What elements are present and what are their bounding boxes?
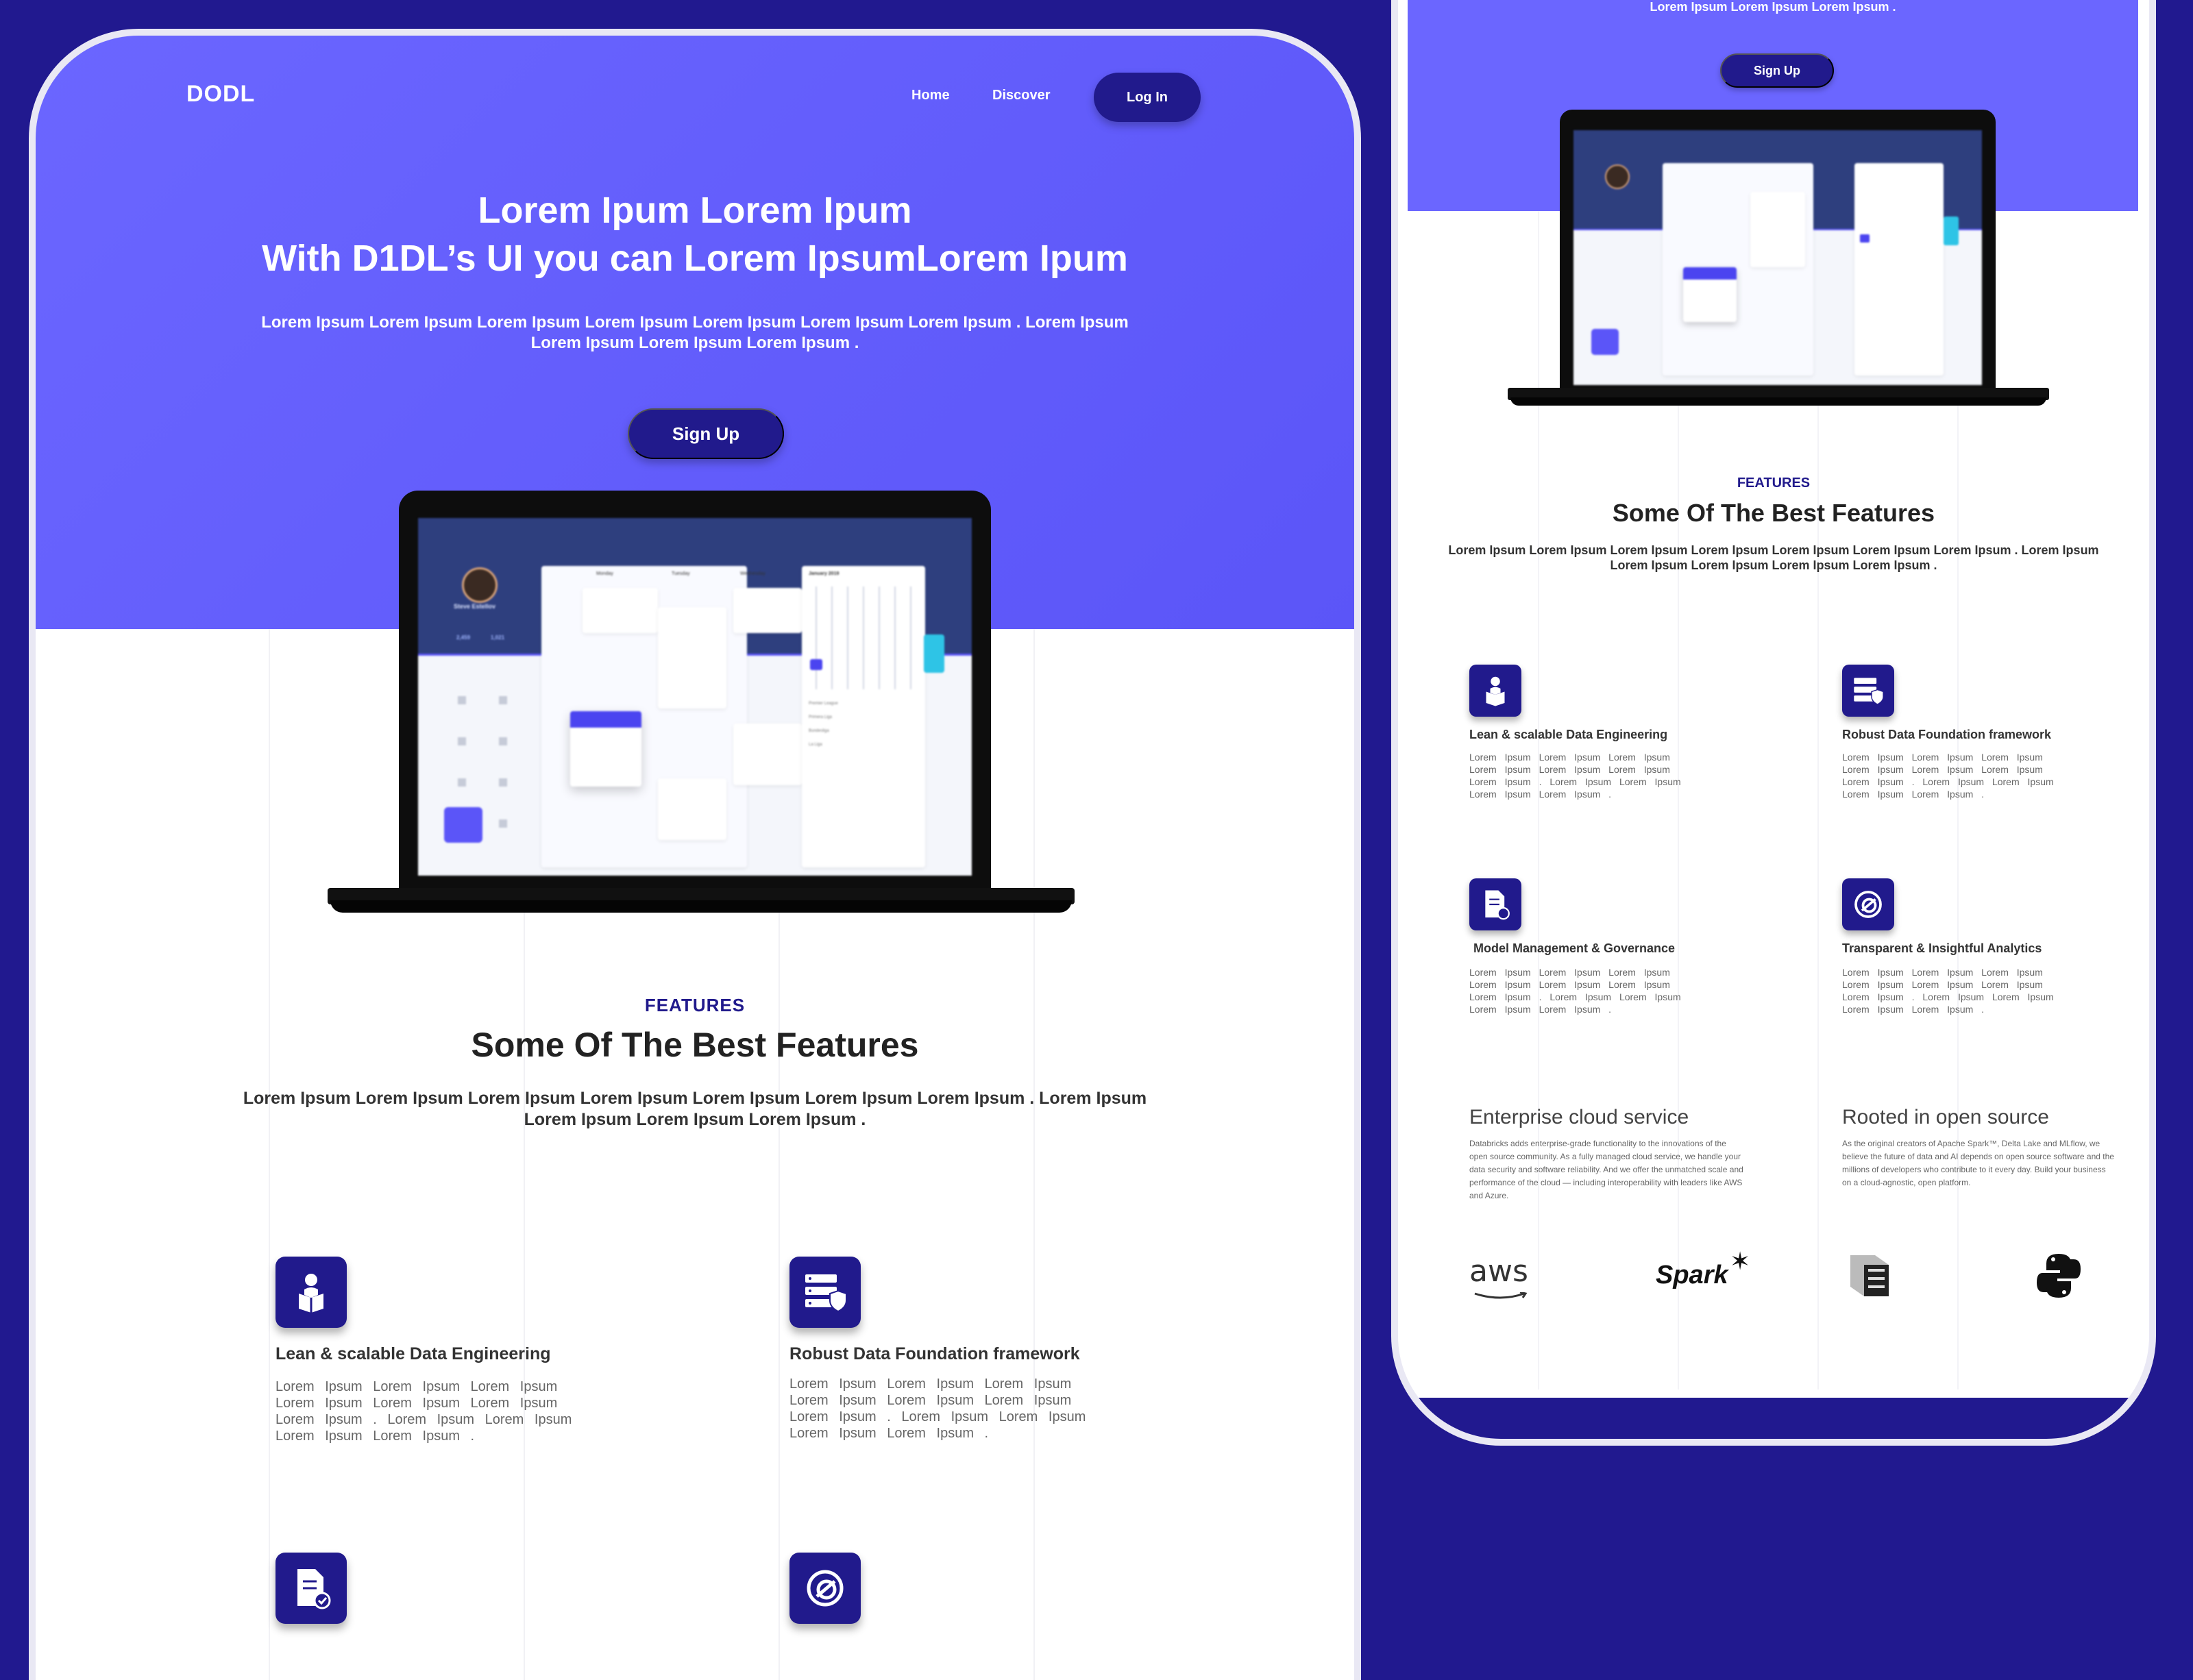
- calendar-panel: [1854, 163, 1944, 375]
- stat-1: 2,459: [456, 634, 471, 641]
- league-2: Primera Liga: [809, 715, 833, 719]
- server-shield-icon: [1842, 665, 1894, 717]
- laptop-base: [330, 900, 1072, 913]
- grid-line: [1033, 629, 1035, 1680]
- match-card: [583, 588, 658, 633]
- grid-line: [269, 629, 270, 1680]
- open-source-title: Rooted in open source: [1842, 1106, 2049, 1128]
- login-button[interactable]: Log In: [1094, 73, 1201, 122]
- document-check-icon: [1469, 878, 1521, 930]
- feature-title: Lean & scalable Data Engineering: [1469, 728, 1668, 741]
- players-tab-active: [1591, 329, 1619, 355]
- analytics-circle-icon: [789, 1553, 861, 1624]
- calendar-month: January 2019: [809, 571, 840, 576]
- reader-book-icon: [275, 1257, 347, 1328]
- reader-book-icon: [1469, 665, 1521, 717]
- signup-button[interactable]: Sign Up: [628, 408, 784, 459]
- avatar: [462, 567, 498, 603]
- features-subtitle-line1: Lorem Ipsum Lorem Ipsum Lorem Ipsum Lore…: [243, 1089, 1147, 1108]
- signup-button[interactable]: Sign Up: [1720, 53, 1834, 88]
- feature-text: Lorem Ipsum Lorem Ipsum Lorem Ipsum Lore…: [275, 1379, 572, 1444]
- open-source-text: As the original creators of Apache Spark…: [1842, 1139, 2114, 1187]
- hero-subtitle-line1: Lorem Ipsum Lorem Ipsum Lorem Ipsum Lore…: [261, 313, 1129, 332]
- features-subtitle: Lorem Ipsum Lorem Ipsum Lorem Ipsum Lore…: [214, 1088, 1176, 1131]
- spark-logo-icon: Spark: [1656, 1261, 1728, 1289]
- features-subtitle-line2: Lorem Ipsum Lorem Ipsum Lorem Ipsum Lore…: [1610, 558, 1937, 572]
- players-tab-active: [444, 807, 482, 843]
- nav-home[interactable]: Home: [911, 88, 950, 103]
- footer-bar: [1408, 1398, 2138, 1439]
- profile-name: Steve Estellov: [454, 603, 496, 610]
- notifications-icon: [458, 778, 466, 787]
- calendar-grid: [809, 586, 918, 689]
- document-check-icon: [275, 1553, 347, 1624]
- feature-text: Lorem Ipsum Lorem Ipsum Lorem Ipsum Lore…: [1469, 752, 1681, 800]
- match-card-header: [1683, 267, 1737, 280]
- brand-logo[interactable]: DODL: [186, 81, 255, 108]
- league-1: Premier League: [809, 702, 838, 706]
- hero-subtitle: Lorem Ipsum Lorem Ipsum Lorem Ipsum Lore…: [221, 312, 1169, 354]
- feature-title: Robust Data Foundation framework: [1842, 728, 2052, 741]
- features-kicker: FEATURES: [1737, 475, 1811, 491]
- match-card-header: [570, 711, 641, 728]
- match-card: [658, 607, 726, 708]
- cloud-service-text: Databricks adds enterprise-grade functio…: [1469, 1139, 1743, 1200]
- day-monday: Monday: [596, 571, 613, 576]
- python-logo-icon: [2037, 1254, 2081, 1298]
- aws-smile-icon: [1474, 1292, 1528, 1299]
- day-wednesday: Wednesday: [740, 571, 765, 576]
- features-subtitle-line2: Lorem Ipsum Lorem Ipsum Lorem Ipsum .: [524, 1110, 866, 1129]
- laptop-base: [1510, 397, 2046, 406]
- desktop-mockup: DODL Home Discover Log In Lorem Ipum Lor…: [36, 36, 1354, 1680]
- nav-discover[interactable]: Discover: [992, 88, 1051, 103]
- floating-action-tab: [924, 634, 944, 673]
- mobile-mockup: Lorem Ipsum Lorem Ipsum Lorem Ipsum . Si…: [1398, 0, 2149, 1439]
- laptop-screen: Steve Estellov 2,459 1,021 Monday Tuesda…: [418, 518, 972, 876]
- features-kicker: FEATURES: [644, 995, 746, 1015]
- calendar-selected-day: [1860, 234, 1870, 243]
- features-title: Some Of The Best Features: [471, 1026, 919, 1064]
- stat-2: 1,021: [491, 634, 505, 641]
- aws-logo-icon: aws: [1469, 1254, 1528, 1289]
- feature-text: Lorem Ipsum Lorem Ipsum Lorem Ipsum Lore…: [1842, 752, 2054, 800]
- settings-icon: [499, 819, 507, 828]
- hero-title: Lorem Ipum Lorem Ipum With D1DL’s UI you…: [36, 186, 1354, 282]
- plans-icon: [499, 696, 507, 704]
- hero-title-line2: With D1DL’s UI you can Lorem IpsumLorem …: [262, 238, 1128, 279]
- feature-text: Lorem Ipsum Lorem Ipsum Lorem Ipsum Lore…: [1469, 967, 1681, 1015]
- match-card: [1750, 192, 1805, 267]
- dashboard-icon: [458, 696, 466, 704]
- match-card: [658, 778, 726, 840]
- features-subtitle-line1: Lorem Ipsum Lorem Ipsum Lorem Ipsum Lore…: [1448, 543, 2099, 557]
- cloud-service-title: Enterprise cloud service: [1469, 1106, 1689, 1128]
- feature-text: Lorem Ipsum Lorem Ipsum Lorem Ipsum Lore…: [789, 1376, 1086, 1441]
- spark-star-icon: ✶: [1730, 1247, 1751, 1275]
- saved-icon: [458, 737, 466, 745]
- database-stack-icon: [1850, 1255, 1889, 1296]
- feature-text: Lorem Ipsum Lorem Ipsum Lorem Ipsum Lore…: [1842, 967, 2054, 1015]
- match-card: [733, 588, 802, 633]
- messages-icon: [499, 778, 507, 787]
- feature-title: Lean & scalable Data Engineering: [275, 1344, 551, 1363]
- league-4: La Liga: [809, 743, 822, 747]
- features-title: Some Of The Best Features: [1612, 499, 1935, 527]
- match-card: [733, 724, 802, 785]
- feature-title: Transparent & Insightful Analytics: [1842, 941, 2042, 955]
- league-3: Bundesliga: [809, 729, 829, 733]
- floating-action-tab: [1944, 217, 1959, 245]
- calendar-selected-day: [810, 659, 822, 670]
- rewards-icon: [499, 737, 507, 745]
- analytics-circle-icon: [1842, 878, 1894, 930]
- hero-title-line1: Lorem Ipum Lorem Ipum: [478, 190, 912, 231]
- feature-title: Model Management & Governance: [1473, 941, 1676, 955]
- feature-title: Robust Data Foundation framework: [789, 1344, 1080, 1363]
- server-shield-icon: [789, 1257, 861, 1328]
- laptop-screen: [1573, 130, 1982, 385]
- avatar: [1605, 164, 1630, 189]
- features-subtitle: Lorem Ipsum Lorem Ipsum Lorem Ipsum Lore…: [1425, 543, 2122, 573]
- hero-subtitle-line2: Lorem Ipsum Lorem Ipsum Lorem Ipsum .: [530, 334, 859, 352]
- day-tuesday: Tuesday: [672, 571, 690, 576]
- hero-subtitle: Lorem Ipsum Lorem Ipsum Lorem Ipsum .: [1650, 0, 1896, 14]
